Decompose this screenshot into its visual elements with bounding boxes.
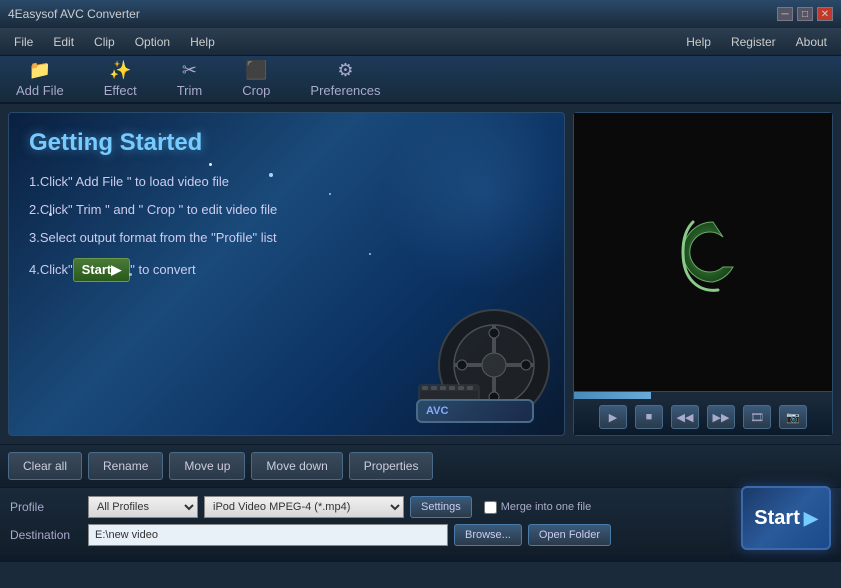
step-4-start-inline: Start▶ <box>73 258 131 282</box>
preview-controls: ▶ ■ ◀◀ ▶▶ 🎞 📷 <box>574 399 832 435</box>
toolbar-preferences-label: Preferences <box>310 83 380 98</box>
toolbar-effect-label: Effect <box>104 83 137 98</box>
getting-started-title: Getting Started <box>29 129 544 157</box>
merge-checkbox[interactable] <box>484 501 497 514</box>
toolbar-crop-label: Crop <box>242 83 270 98</box>
preview-panel: ▶ ■ ◀◀ ▶▶ 🎞 📷 <box>573 112 833 436</box>
clip-button[interactable]: 🎞 <box>743 405 771 429</box>
main-content: Getting Started 1.Click" Add File " to l… <box>0 104 841 444</box>
menu-help-right[interactable]: Help <box>676 31 721 53</box>
menu-help[interactable]: Help <box>180 31 225 53</box>
browse-button[interactable]: Browse... <box>454 524 522 546</box>
step-4: 4.Click" Start▶ " to convert <box>29 258 544 282</box>
toolbar-add-file[interactable]: 📁 Add File <box>16 60 64 98</box>
rename-button[interactable]: Rename <box>88 452 163 480</box>
rewind-button[interactable]: ◀◀ <box>671 405 699 429</box>
close-button[interactable]: ✕ <box>817 7 833 21</box>
add-file-icon: 📁 <box>29 60 51 81</box>
progress-fill <box>574 392 651 399</box>
maximize-button[interactable]: □ <box>797 7 813 21</box>
menu-register[interactable]: Register <box>721 31 786 53</box>
right-menus: Help Register About <box>676 31 837 53</box>
menu-about[interactable]: About <box>786 31 837 53</box>
preview-logo <box>663 212 743 292</box>
fast-forward-button[interactable]: ▶▶ <box>707 405 735 429</box>
crop-icon: ⬛ <box>245 60 267 81</box>
move-up-button[interactable]: Move up <box>169 452 245 480</box>
merge-checkbox-label: Merge into one file <box>484 501 592 514</box>
bottom-bar: Profile All Profiles iPod Video MPEG-4 (… <box>0 488 841 554</box>
app-title: 4Easysof AVC Converter <box>8 7 777 21</box>
effect-icon: ✨ <box>109 60 131 81</box>
settings-button[interactable]: Settings <box>410 496 472 518</box>
preview-screen <box>574 113 832 391</box>
start-arrow-icon: ▶ <box>804 508 818 529</box>
getting-started-panel: Getting Started 1.Click" Add File " to l… <box>8 112 565 436</box>
action-bar: Clear all Rename Move up Move down Prope… <box>0 444 841 488</box>
step-2: 2.Click" Trim " and " Crop " to edit vid… <box>29 201 544 219</box>
preferences-icon: ⚙ <box>337 60 353 81</box>
open-folder-button[interactable]: Open Folder <box>528 524 611 546</box>
profile-row: Profile All Profiles iPod Video MPEG-4 (… <box>10 496 831 518</box>
title-bar: 4Easysof AVC Converter ─ □ ✕ <box>0 0 841 28</box>
toolbar-add-file-label: Add File <box>16 83 64 98</box>
play-button[interactable]: ▶ <box>599 405 627 429</box>
bottom-section: Profile All Profiles iPod Video MPEG-4 (… <box>0 488 841 562</box>
profile-select[interactable]: All Profiles <box>88 496 198 518</box>
profile-label: Profile <box>10 500 82 514</box>
menu-edit[interactable]: Edit <box>43 31 84 53</box>
toolbar: 📁 Add File ✨ Effect ✂ Trim ⬛ Crop ⚙ Pref… <box>0 56 841 104</box>
stop-button[interactable]: ■ <box>635 405 663 429</box>
toolbar-crop[interactable]: ⬛ Crop <box>242 60 270 98</box>
step-4-prefix: 4.Click" <box>29 262 73 277</box>
film-reel-container: AVC <box>414 285 554 425</box>
toolbar-trim[interactable]: ✂ Trim <box>177 60 203 98</box>
window-controls: ─ □ ✕ <box>777 7 833 21</box>
minimize-button[interactable]: ─ <box>777 7 793 21</box>
step-4-suffix: " to convert <box>130 262 195 277</box>
trim-icon: ✂ <box>182 60 197 81</box>
destination-input[interactable] <box>88 524 448 546</box>
format-select[interactable]: iPod Video MPEG-4 (*.mp4) <box>204 496 404 518</box>
move-down-button[interactable]: Move down <box>251 452 342 480</box>
properties-button[interactable]: Properties <box>349 452 434 480</box>
menu-option[interactable]: Option <box>125 31 180 53</box>
merge-label: Merge into one file <box>501 501 592 513</box>
toolbar-effect[interactable]: ✨ Effect <box>104 60 137 98</box>
snapshot-button[interactable]: 📷 <box>779 405 807 429</box>
step-1: 1.Click" Add File " to load video file <box>29 173 544 191</box>
start-label: Start ▶ <box>754 507 817 530</box>
toolbar-preferences[interactable]: ⚙ Preferences <box>310 60 380 98</box>
start-button[interactable]: Start ▶ <box>741 486 831 550</box>
menu-clip[interactable]: Clip <box>84 31 125 53</box>
destination-label: Destination <box>10 528 82 542</box>
menu-file[interactable]: File <box>4 31 43 53</box>
avc-badge: AVC <box>416 399 534 423</box>
step-3: 3.Select output format from the "Profile… <box>29 229 544 247</box>
preview-progress-bar[interactable] <box>574 391 832 399</box>
menu-bar: File Edit Clip Option Help Help Register… <box>0 28 841 56</box>
clear-all-button[interactable]: Clear all <box>8 452 82 480</box>
toolbar-trim-label: Trim <box>177 83 203 98</box>
destination-row: Destination Browse... Open Folder <box>10 524 831 546</box>
